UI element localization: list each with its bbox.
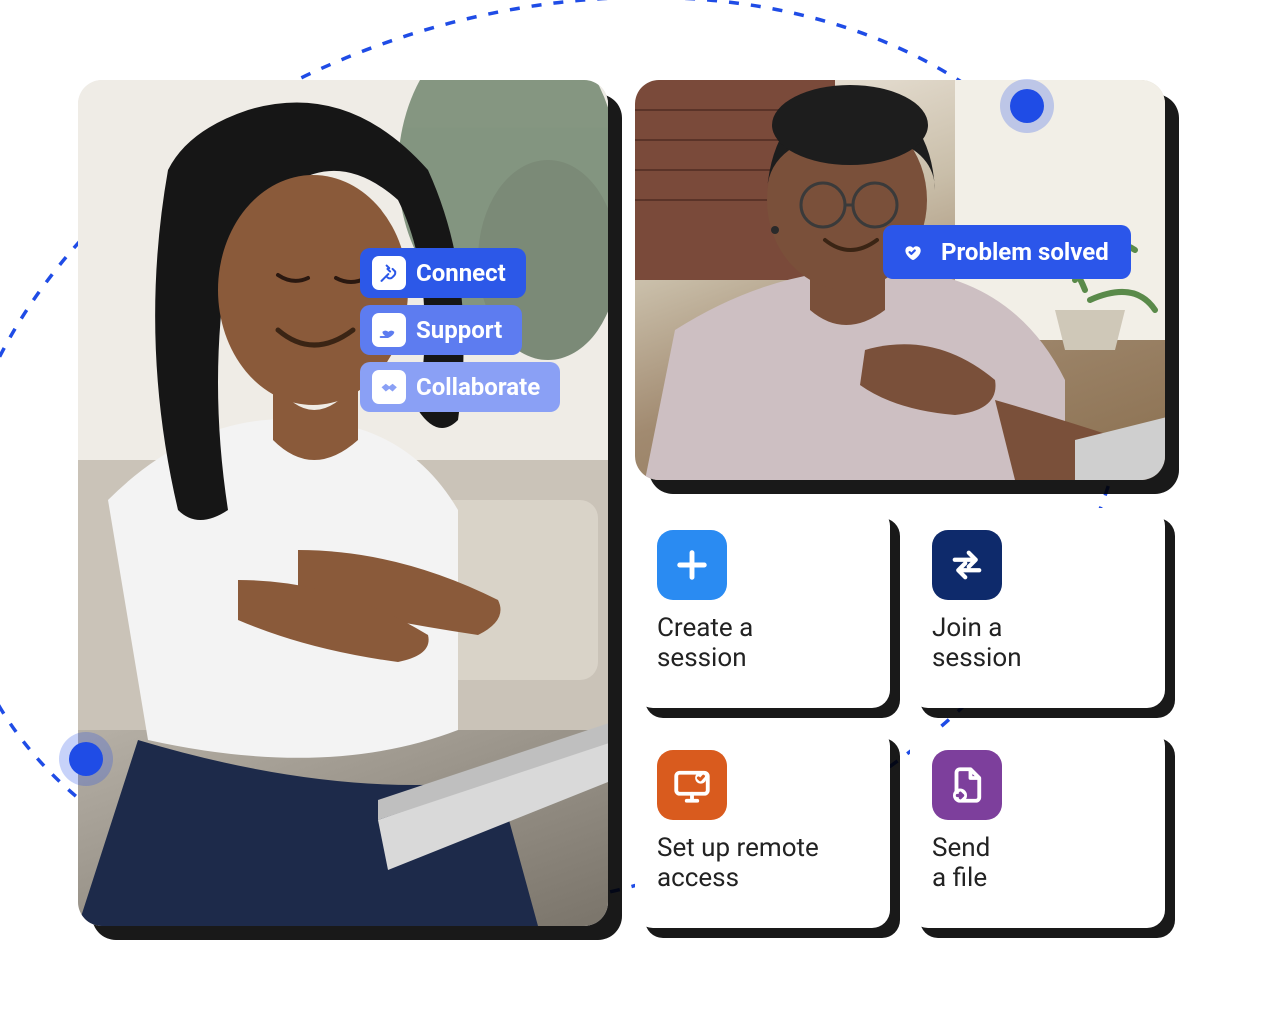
pill-support: Support — [360, 305, 522, 355]
badge-problem-solved-label: Problem solved — [941, 240, 1109, 264]
monitor-share-icon — [657, 750, 727, 820]
badge-problem-solved: Problem solved — [883, 225, 1131, 279]
pill-connect: Connect — [360, 248, 526, 298]
pill-support-label: Support — [416, 318, 502, 342]
tile-remote-access-label: Set up remoteaccess — [657, 834, 847, 894]
tile-join-session-label: Join asession — [932, 614, 1122, 674]
orbit-dot-top — [1010, 89, 1044, 123]
handshake-icon — [372, 370, 406, 404]
hero-photo-client — [635, 80, 1165, 480]
hand-heart-icon — [372, 313, 406, 347]
tile-send-file[interactable]: Senda file — [910, 728, 1165, 928]
tile-remote-access[interactable]: Set up remoteaccess — [635, 728, 890, 928]
swap-arrows-icon — [932, 530, 1002, 600]
file-send-icon — [932, 750, 1002, 820]
orbit-dot-bottom — [69, 742, 103, 776]
pill-connect-label: Connect — [416, 261, 506, 285]
action-tile-grid: Create asession Join asession Set up rem… — [635, 508, 1165, 928]
tile-create-session-label: Create asession — [657, 614, 847, 674]
tile-join-session[interactable]: Join asession — [910, 508, 1165, 708]
heart-check-icon — [895, 235, 929, 269]
tile-create-session[interactable]: Create asession — [635, 508, 890, 708]
tile-send-file-label: Senda file — [932, 834, 1122, 894]
plug-icon — [372, 256, 406, 290]
plus-icon — [657, 530, 727, 600]
pill-collaborate-label: Collaborate — [416, 375, 540, 399]
pill-collaborate: Collaborate — [360, 362, 560, 412]
hero-photo-helper — [78, 80, 608, 926]
